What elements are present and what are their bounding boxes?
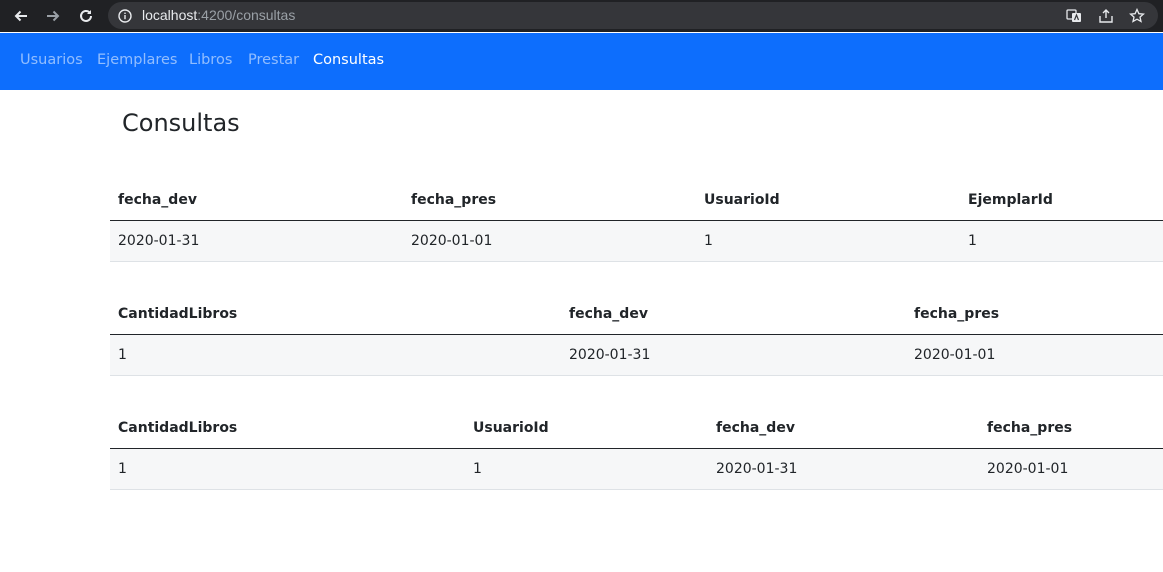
site-info-icon[interactable] [118,8,132,23]
table-cell: 1 [110,448,465,490]
nav-link-consultas[interactable]: Consultas [313,52,384,68]
consulta-table-1: fecha_dev fecha_pres UsuarioId EjemplarI… [110,180,1163,262]
url-host: localhost [142,7,198,23]
table-row: 2020-01-31 2020-01-01 1 1 [110,220,1163,262]
table-cell: 2020-01-01 [906,334,1163,376]
column-header: fecha_pres [906,294,1163,335]
nav-link-prestar[interactable]: Prestar [248,52,299,68]
nav-link-libros[interactable]: Libros [189,52,232,68]
browser-toolbar: localhost:4200/consultas [0,0,1163,32]
table-cell: 2020-01-01 [979,448,1163,490]
column-header: fecha_dev [110,180,403,221]
bookmark-star-icon[interactable] [1128,7,1146,25]
table-row: 1 2020-01-31 2020-01-01 [110,334,1163,376]
consulta-table-3: CantidadLibros UsuarioId fecha_dev fecha… [110,408,1163,490]
main-navbar: Usuarios Ejemplares Libros Prestar Consu… [0,33,1163,90]
column-header: CantidadLibros [110,294,561,335]
table-cell: 1 [110,334,561,376]
table-cell: 1 [465,448,708,490]
column-header: fecha_pres [979,408,1163,449]
column-header: fecha_dev [561,294,906,335]
url-text: localhost:4200/consultas [142,7,295,23]
table-row: 1 1 2020-01-31 2020-01-01 [110,448,1163,490]
column-header: fecha_pres [403,180,696,221]
reload-icon[interactable] [75,5,97,27]
url-path: :4200/consultas [197,7,296,23]
forward-arrow-icon[interactable] [42,5,64,27]
table-cell: 1 [960,220,1163,262]
consulta-table-2: CantidadLibros fecha_dev fecha_pres 1 20… [110,294,1163,376]
address-bar[interactable]: localhost:4200/consultas [108,2,1158,29]
table-header-row: CantidadLibros fecha_dev fecha_pres [110,294,1163,335]
column-header: CantidadLibros [110,408,465,449]
translate-icon[interactable] [1065,7,1083,25]
table-cell: 2020-01-31 [708,448,979,490]
column-header: fecha_dev [708,408,979,449]
column-header: UsuarioId [465,408,708,449]
nav-link-usuarios[interactable]: Usuarios [20,52,83,68]
page-title: Consultas [122,109,240,137]
table-cell: 2020-01-31 [561,334,906,376]
table-cell: 2020-01-01 [403,220,696,262]
nav-link-ejemplares[interactable]: Ejemplares [97,52,177,68]
table-cell: 1 [696,220,960,262]
table-cell: 2020-01-31 [110,220,403,262]
column-header: UsuarioId [696,180,960,221]
share-icon[interactable] [1097,7,1115,25]
table-header-row: fecha_dev fecha_pres UsuarioId EjemplarI… [110,180,1163,221]
back-arrow-icon[interactable] [10,5,32,27]
table-header-row: CantidadLibros UsuarioId fecha_dev fecha… [110,408,1163,449]
column-header: EjemplarId [960,180,1163,221]
